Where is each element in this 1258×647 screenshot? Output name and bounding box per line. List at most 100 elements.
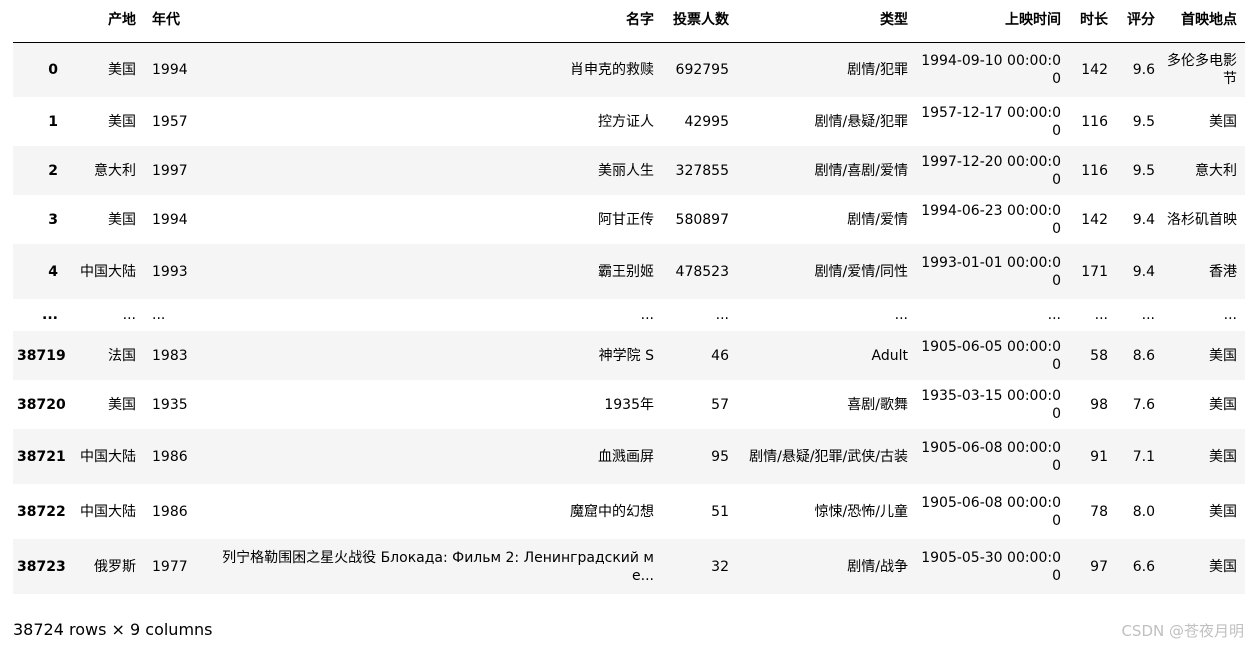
table-row: ... ... ... ... ... ... ... ... ... ... [13,299,1245,331]
table-row: 4 中国大陆 1993 霸王别姬 478523 剧情/爱情/同性 1993-01… [13,244,1245,299]
cell-origin: ... [122,307,136,323]
cell-rating: ... [1141,307,1155,323]
cell-premiere: ... [1223,307,1237,323]
header-votes: 投票人数 [662,3,737,43]
header-index [13,3,66,43]
cell-genre: 剧情/悬疑/犯罪/武侠/古装 [749,448,908,465]
cell-runtime: 91 [1090,448,1108,465]
cell-origin: 美国 [108,396,136,413]
cell-origin: 中国大陆 [80,448,136,465]
cell-genre: Adult [871,347,908,364]
cell-year: 1983 [152,347,188,364]
row-index: 2 [48,162,58,179]
header-name: 名字 [204,3,662,43]
cell-runtime: 58 [1090,347,1108,364]
cell-genre: 剧情/喜剧/爱情 [814,162,908,179]
cell-name: 美丽人生 [598,162,654,179]
cell-origin: 法国 [108,347,136,364]
cell-premiere: 多伦多电影节 [1167,52,1237,87]
cell-votes: 580897 [675,211,729,228]
watermark: CSDN @苍夜月明 [1121,622,1244,640]
cell-name: 血溅画屏 [598,448,654,465]
cell-premiere: 美国 [1209,396,1237,413]
dataframe-table: 产地 年代 名字 投票人数 类型 上映时间 时长 评分 首映地点 0 美国 19… [13,3,1245,594]
cell-rating: 6.6 [1132,558,1155,575]
cell-release: 1905-06-08 00:00:00 [921,439,1061,474]
cell-release: 1997-12-20 00:00:00 [921,153,1061,188]
cell-genre: 惊悚/恐怖/儿童 [814,503,908,520]
header-premiere: 首映地点 [1163,3,1245,43]
header-year: 年代 [144,3,204,43]
notebook-output: 产地 年代 名字 投票人数 类型 上映时间 时长 评分 首映地点 0 美国 19… [0,0,1258,647]
cell-rating: 9.6 [1132,61,1155,78]
table-row: 38721 中国大陆 1986 血溅画屏 95 剧情/悬疑/犯罪/武侠/古装 1… [13,429,1245,484]
cell-premiere: 美国 [1209,113,1237,130]
cell-year: 1997 [152,162,188,179]
header-genre: 类型 [737,3,916,43]
cell-premiere: 美国 [1209,448,1237,465]
cell-runtime: 116 [1081,162,1108,179]
table-row: 3 美国 1994 阿甘正传 580897 剧情/爱情 1994-06-23 0… [13,195,1245,244]
cell-rating: 8.0 [1132,503,1155,520]
table-row: 1 美国 1957 控方证人 42995 剧情/悬疑/犯罪 1957-12-17… [13,97,1245,146]
cell-votes: 95 [711,448,729,465]
cell-votes: 46 [711,347,729,364]
cell-runtime: 98 [1090,396,1108,413]
cell-year: 1986 [152,503,188,520]
cell-runtime: ... [1094,307,1108,323]
row-index: ... [42,307,58,323]
cell-origin: 中国大陆 [80,503,136,520]
cell-origin: 俄罗斯 [94,558,136,575]
cell-release: 1905-05-30 00:00:00 [921,549,1061,584]
row-index: 38723 [17,558,66,575]
cell-year: 1935 [152,396,188,413]
cell-votes: 478523 [675,263,729,280]
cell-name: 列宁格勒围困之星火战役 Блокада: Фильм 2: Ленинградс… [222,549,654,584]
cell-year: 1994 [152,61,188,78]
cell-release: 1957-12-17 00:00:00 [921,104,1061,139]
cell-genre: 剧情/悬疑/犯罪 [814,113,908,130]
row-index: 38722 [17,503,66,520]
cell-premiere: 美国 [1209,503,1237,520]
cell-origin: 美国 [108,211,136,228]
cell-votes: 692795 [675,61,729,78]
cell-name: 阿甘正传 [598,211,654,228]
cell-name: 霸王别姬 [598,263,654,280]
cell-genre: ... [894,307,908,323]
cell-name: 魔窟中的幻想 [570,503,654,520]
cell-rating: 7.6 [1132,396,1155,413]
header-row: 产地 年代 名字 投票人数 类型 上映时间 时长 评分 首映地点 [13,3,1245,43]
cell-votes: 327855 [675,162,729,179]
cell-rating: 9.5 [1132,113,1155,130]
header-release: 上映时间 [916,3,1069,43]
cell-rating: 7.1 [1132,448,1155,465]
cell-genre: 喜剧/歌舞 [847,396,908,413]
cell-genre: 剧情/战争 [847,558,908,575]
cell-year: ... [152,307,166,323]
cell-year: 1994 [152,211,188,228]
cell-premiere: 香港 [1209,263,1237,280]
cell-year: 1986 [152,448,188,465]
row-index: 38720 [17,396,66,413]
table-row: 2 意大利 1997 美丽人生 327855 剧情/喜剧/爱情 1997-12-… [13,146,1245,195]
row-index: 3 [48,211,58,228]
cell-runtime: 97 [1090,558,1108,575]
cell-year: 1977 [152,558,188,575]
cell-genre: 剧情/犯罪 [847,61,908,78]
cell-genre: 剧情/爱情 [847,211,908,228]
cell-origin: 美国 [108,113,136,130]
cell-release: 1994-06-23 00:00:00 [921,202,1061,237]
header-origin: 产地 [66,3,144,43]
cell-release: ... [1047,307,1061,323]
table-header: 产地 年代 名字 投票人数 类型 上映时间 时长 评分 首映地点 [13,3,1245,43]
cell-name: ... [640,307,654,323]
header-runtime: 时长 [1069,3,1116,43]
cell-year: 1957 [152,113,188,130]
row-index: 0 [48,61,58,78]
cell-name: 肖申克的救赎 [570,61,654,78]
table-row: 38720 美国 1935 1935年 57 喜剧/歌舞 1935-03-15 … [13,380,1245,429]
table-row: 38722 中国大陆 1986 魔窟中的幻想 51 惊悚/恐怖/儿童 1905-… [13,484,1245,539]
cell-release: 1994-09-10 00:00:00 [921,52,1061,87]
cell-genre: 剧情/爱情/同性 [814,263,908,280]
cell-premiere: 美国 [1209,347,1237,364]
